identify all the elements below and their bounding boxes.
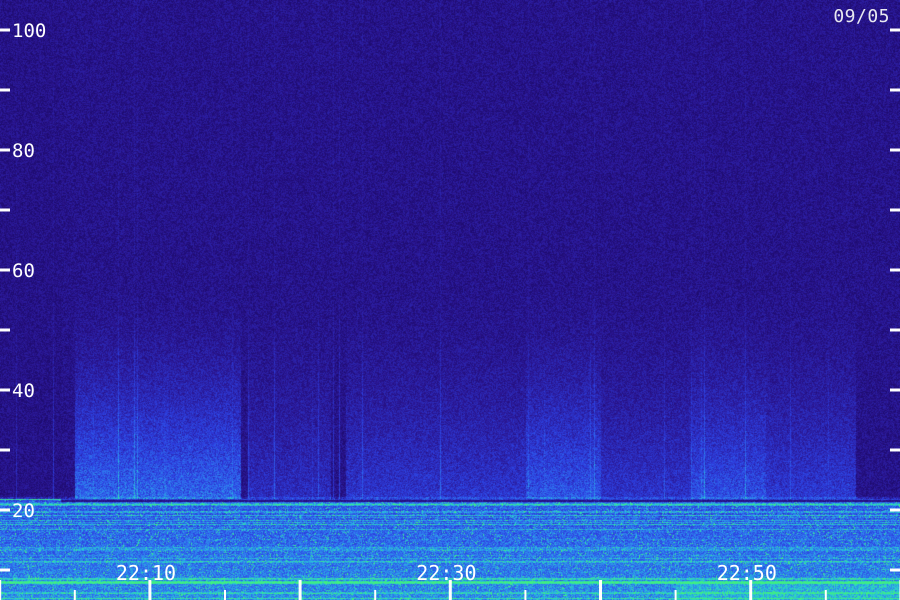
y-tick-label: 80	[12, 140, 35, 162]
x-time-label: 22:10	[116, 561, 176, 585]
x-time-label: 22:50	[717, 561, 777, 585]
axis-overlay: 20 40 60 80 100 22:10 22:30 22:50	[0, 20, 900, 600]
date-label: 09/05	[833, 6, 890, 27]
y-tick-label: 20	[12, 500, 35, 522]
y-tick-label: 40	[12, 380, 35, 402]
y-tick-label: 100	[12, 20, 46, 42]
y-tick-label: 60	[12, 260, 35, 282]
x-time-label: 22:30	[416, 561, 476, 585]
